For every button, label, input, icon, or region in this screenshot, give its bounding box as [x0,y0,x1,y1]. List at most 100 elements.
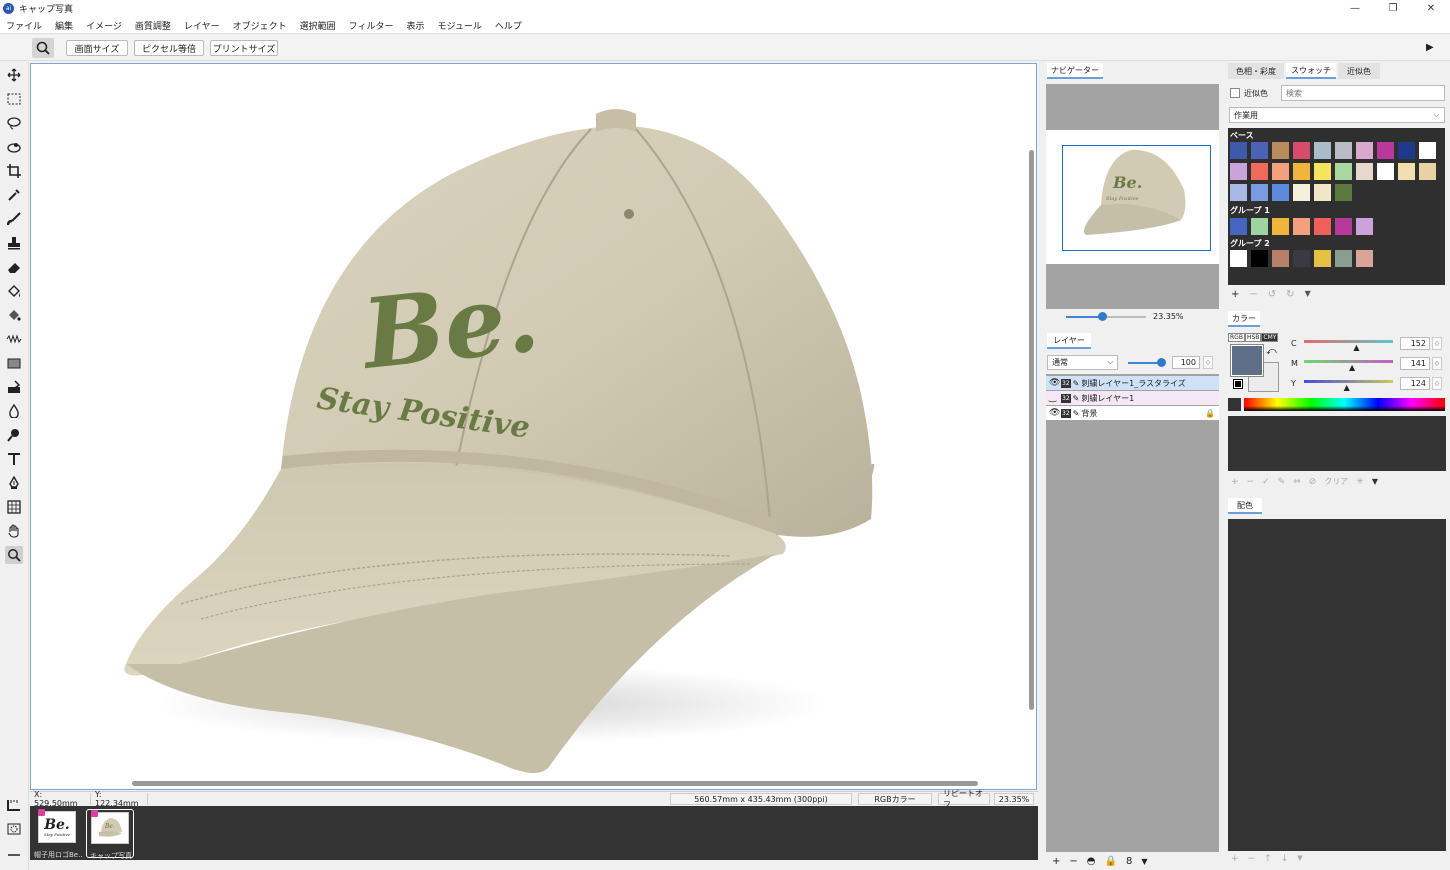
reset-icon[interactable]: ⊘ [1309,477,1317,487]
similar-color-checkbox[interactable] [1230,88,1240,98]
menu-caret-icon[interactable]: ▼ [1141,857,1147,866]
color-swatch[interactable] [1314,184,1331,201]
zoom-tool-indicator[interactable] [32,38,54,58]
brush-icon[interactable] [5,210,23,228]
color-swatch[interactable] [1314,142,1331,159]
menu-edit[interactable]: 編集 [55,19,73,32]
menu-filter[interactable]: フィルター [349,19,394,32]
eyedropper-icon[interactable] [5,186,23,204]
add-layer-icon[interactable]: + [1052,856,1060,867]
swap-colors-icon[interactable]: ⤺ [1266,346,1277,357]
color-swatch[interactable] [1272,250,1289,267]
color-swatch[interactable] [1356,163,1373,180]
auto-select-icon[interactable] [5,138,23,156]
menu-selection[interactable]: 選択範囲 [300,19,336,32]
stamp-icon[interactable] [5,234,23,252]
add-scheme-icon[interactable]: + [1231,854,1239,864]
hidden-eye-icon[interactable]: ‿ [1049,393,1059,403]
eye-icon[interactable]: 👁 [1049,378,1060,388]
fill-bucket-icon[interactable] [5,282,23,300]
clear-button[interactable]: クリア [1324,476,1348,487]
add-swatch-icon[interactable]: + [1231,289,1239,300]
tab-swatches[interactable]: スウォッチ [1286,63,1336,79]
opacity-knob[interactable] [1157,358,1166,367]
sparkle-icon[interactable]: ✳ [1356,477,1364,487]
color-swatch[interactable] [1251,184,1268,201]
channel-slider[interactable] [1304,340,1393,343]
shape-icon[interactable] [5,354,23,372]
layer-row[interactable]: ‿ 32 ✎ 刺繍レイヤー1 [1046,391,1219,405]
opacity-input[interactable]: 100 [1172,356,1200,369]
color-swatch[interactable] [1335,250,1352,267]
blend-mode-select[interactable]: 通常 ⌵ [1047,355,1118,370]
eraser-icon[interactable] [5,258,23,276]
color-swatch[interactable] [1293,184,1310,201]
channel-slider-knob[interactable]: ▲ [1353,343,1359,352]
vertical-scrollbar[interactable] [1029,150,1034,710]
color-swatch[interactable] [1230,142,1247,159]
opacity-spinner[interactable]: ◇ [1203,356,1213,369]
color-swatch[interactable] [1230,184,1247,201]
color-swatch[interactable] [1293,218,1310,235]
color-swatch[interactable] [1335,163,1352,180]
move-down-icon[interactable]: ↓ [1281,854,1289,864]
print-size-button[interactable]: プリントサイズ [210,40,278,56]
channel-slider-knob[interactable]: ▲ [1344,383,1350,392]
minimize-icon[interactable]: — [1336,0,1374,17]
color-swatch[interactable] [1293,250,1310,267]
color-swatch[interactable] [1335,142,1352,159]
mode-rgb[interactable]: RGB [1228,333,1245,342]
menu-adjust[interactable]: 画質調整 [135,19,171,32]
channel-value-input[interactable]: 152 [1400,337,1430,350]
eye-icon[interactable]: 👁 [1049,408,1060,418]
rect-select-icon[interactable] [5,90,23,108]
channel-slider-knob[interactable]: ▲ [1349,363,1355,372]
status-repeat[interactable]: リピートオフ [938,789,990,809]
color-swatch[interactable] [1335,184,1352,201]
move-tool-icon[interactable] [5,66,23,84]
link-icon[interactable]: 8 [1126,856,1132,867]
channel-spinner[interactable]: ◇ [1432,357,1442,370]
check-icon[interactable]: ✓ [1262,477,1270,487]
color-swatch[interactable] [1377,142,1394,159]
texture-icon[interactable] [5,330,23,348]
blur-drop-icon[interactable] [5,402,23,420]
add-color-icon[interactable]: + [1231,477,1239,487]
pen-tool-icon[interactable] [5,474,23,492]
menu-module[interactable]: モジュール [437,19,481,32]
color-swatch[interactable] [1230,218,1247,235]
channel-value-input[interactable]: 141 [1400,357,1430,370]
image-canvas[interactable]: Be. Stay Positive [30,63,1037,790]
color-swatch[interactable] [1356,218,1373,235]
delete-layer-icon[interactable]: − [1069,856,1077,867]
mode-hsb[interactable]: HSB [1244,333,1262,342]
hue-spectrum-bar[interactable] [1244,398,1445,411]
default-colors-icon[interactable] [1233,379,1243,389]
color-swatch[interactable] [1251,163,1268,180]
lock-icon[interactable]: 🔒 [1105,856,1117,867]
ruler-icon[interactable] [5,796,23,814]
actual-pixels-button[interactable]: ピクセル等倍 [134,40,204,56]
crop-icon[interactable] [5,162,23,180]
foreground-color-swatch[interactable] [1230,344,1264,377]
swatch-set-select[interactable]: 作業用 ⌵ [1229,107,1445,123]
color-swatch[interactable] [1419,163,1436,180]
menu-object[interactable]: オブジェクト [233,19,287,32]
color-swatch[interactable] [1377,163,1394,180]
tab-navigator[interactable]: ナビゲーター [1047,63,1103,79]
channel-spinner[interactable]: ◇ [1432,377,1442,390]
remove-color-icon[interactable]: − [1247,477,1255,487]
menu-help[interactable]: ヘルプ [495,19,522,32]
collapse-icon[interactable] [5,846,23,864]
menu-caret-icon[interactable]: ▼ [1372,477,1378,486]
menu-view[interactable]: 表示 [406,19,424,32]
color-swatch[interactable] [1293,163,1310,180]
undo-icon[interactable]: ↺ [1268,289,1276,300]
menu-layer[interactable]: レイヤー [184,19,220,32]
tab-similar-colors[interactable]: 近似色 [1338,63,1380,79]
tab-color[interactable]: カラー [1228,311,1260,327]
color-swatch[interactable] [1251,142,1268,159]
document-thumb[interactable]: Be. Stay Positive 帽子用ロゴBe... [34,809,82,859]
swatch-search-input[interactable] [1281,85,1445,101]
navigator-viewport-frame[interactable] [1062,145,1211,251]
